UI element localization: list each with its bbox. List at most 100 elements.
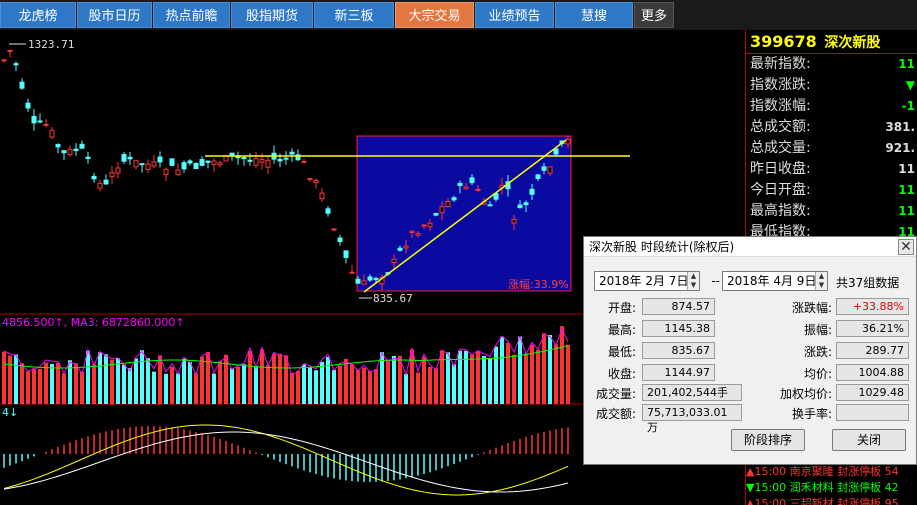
- volume-bar: [314, 370, 318, 404]
- volume-bar: [356, 370, 360, 404]
- candle-body: [301, 160, 307, 163]
- high-label: 最高:: [607, 323, 636, 337]
- nav-earnings-forecast[interactable]: 业绩预告: [475, 2, 554, 28]
- ticker-time: 15:00: [754, 465, 787, 478]
- stat-label: 最高指数:: [750, 203, 811, 219]
- nav-market-calendar[interactable]: 股市日历: [77, 2, 152, 28]
- nav-hotspot-preview[interactable]: 热点前瞻: [153, 2, 230, 28]
- candle-body: [535, 174, 541, 179]
- candle-body: [1, 59, 7, 62]
- stat-prev-close: 昨日收盘: 11: [746, 159, 917, 180]
- volume-bar: [110, 359, 114, 404]
- end-date-picker[interactable]: 2018年 4月 9日 ▲ ▼: [722, 271, 828, 291]
- candle-body: [211, 160, 217, 165]
- volume-label: 成交量:: [595, 387, 636, 401]
- volume-bar: [446, 352, 450, 404]
- stat-label: 指数涨跌:: [750, 77, 811, 93]
- spinner-icon[interactable]: ▲ ▼: [815, 272, 827, 290]
- index-name: 深次新股: [824, 35, 881, 51]
- candle-body: [97, 182, 103, 189]
- stat-high: 最高指数: 11: [746, 201, 917, 222]
- candle-body: [307, 178, 313, 181]
- amplitude-value: 36.21%: [836, 320, 909, 337]
- ticker-item[interactable]: ▲15:00 三超新材 封涨停板 95: [746, 496, 899, 505]
- stat-value: 11: [898, 162, 915, 176]
- nav-new-third-board[interactable]: 新三板: [314, 2, 394, 28]
- volume-bar: [50, 364, 54, 404]
- volume-bar: [74, 363, 78, 404]
- candle-body: [145, 163, 151, 170]
- candle-body: [409, 230, 415, 233]
- volume-bar: [44, 362, 48, 404]
- avg-price-value: 1004.88: [836, 364, 909, 381]
- volume-bar: [470, 354, 474, 404]
- stat-total-amount: 总成交额: 381.: [746, 117, 917, 138]
- candle-body: [451, 197, 457, 201]
- volume-bar: [308, 367, 312, 404]
- date-separator: --: [711, 274, 720, 288]
- spinner-icon[interactable]: ▲ ▼: [687, 272, 699, 290]
- stage-rank-button[interactable]: 阶段排序: [731, 429, 805, 451]
- candle-body: [73, 148, 79, 152]
- candle-body: [457, 182, 463, 187]
- volume-bar: [164, 373, 168, 404]
- stat-value: 11: [898, 57, 915, 71]
- ticker-item[interactable]: ▼15:00 润禾材料 封涨停板 42: [746, 480, 899, 495]
- nav-longhubang[interactable]: 龙虎榜: [0, 2, 76, 28]
- candle-body: [115, 167, 121, 174]
- volume-bar: [62, 373, 66, 404]
- candle-body: [25, 102, 31, 109]
- candle-body: [337, 237, 343, 243]
- stat-total-volume: 总成交量: 921.: [746, 138, 917, 159]
- candle-body: [367, 276, 373, 281]
- nav-more[interactable]: 更多: [634, 2, 674, 28]
- candle-body: [241, 156, 247, 160]
- high-label: 1323.71: [28, 38, 74, 51]
- nav-index-futures[interactable]: 股指期货: [231, 2, 313, 28]
- candle-body: [475, 188, 481, 191]
- volume-bar: [458, 350, 462, 404]
- change-label: 涨跌:: [803, 345, 832, 359]
- candle-body: [397, 247, 403, 251]
- candle-body: [169, 158, 175, 166]
- close-icon[interactable]: ✕: [898, 239, 914, 255]
- volume-bar: [56, 362, 60, 404]
- start-date-picker[interactable]: 2018年 2月 7日 ▲ ▼: [594, 271, 700, 291]
- candle-body: [139, 163, 145, 166]
- volume-bar: [80, 371, 84, 404]
- volume-bar: [20, 363, 24, 404]
- close-button[interactable]: 关闭: [832, 429, 906, 451]
- candle-body: [163, 168, 169, 175]
- volume-bar: [38, 368, 42, 404]
- nav-block-trade[interactable]: 大宗交易: [395, 2, 474, 28]
- amplitude-label: 振幅:: [803, 323, 832, 337]
- volume-bar: [326, 356, 330, 404]
- ticker-item[interactable]: ▲15:00 南京聚隆 封涨停板 54: [746, 464, 899, 479]
- volume-bar: [362, 367, 366, 404]
- volume-bar: [26, 371, 30, 404]
- stat-value: -1: [901, 99, 915, 113]
- high-value: 1145.38: [642, 320, 715, 337]
- volume-bar: [392, 355, 396, 404]
- candle-body: [361, 280, 367, 285]
- candle-body: [61, 150, 67, 154]
- stat-value: ▼: [905, 78, 915, 92]
- avg-price-label: 均价:: [803, 367, 832, 381]
- volume-bar: [494, 346, 498, 404]
- turnover-value: [836, 404, 909, 421]
- candle-body: [247, 159, 253, 162]
- macd-indicator-text: 4↓: [2, 406, 18, 419]
- stat-label: 今日开盘:: [750, 182, 811, 198]
- volume-bar: [158, 355, 162, 404]
- nav-smart-search[interactable]: 慧搜: [555, 2, 633, 28]
- volume-bar: [2, 351, 6, 404]
- volume-bar: [134, 358, 138, 404]
- candle-body: [511, 218, 517, 224]
- period-selection-box[interactable]: [356, 135, 572, 292]
- volume-bar: [230, 368, 234, 404]
- candle-body: [133, 159, 139, 168]
- candle-body: [121, 154, 127, 162]
- candle-body: [187, 160, 193, 164]
- stat-open: 今日开盘: 11: [746, 180, 917, 201]
- volume-bar: [8, 355, 12, 404]
